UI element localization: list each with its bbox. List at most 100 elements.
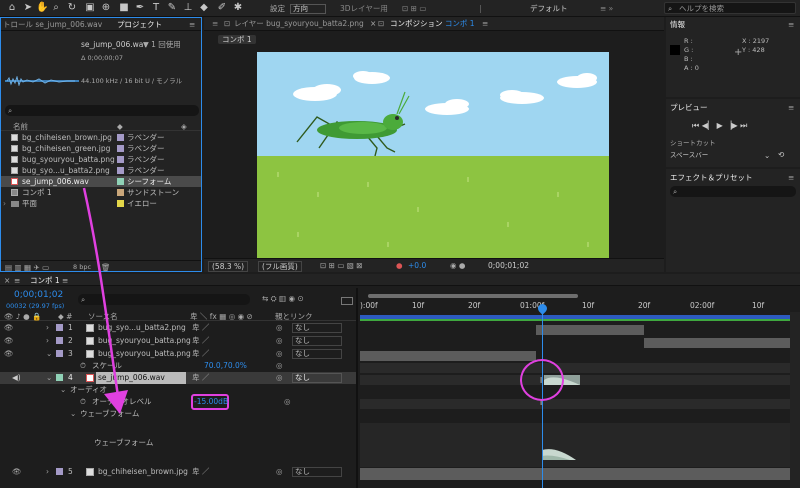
- expand-arrow-icon[interactable]: ›: [46, 322, 49, 334]
- puppet-tool-icon[interactable]: ✱: [232, 2, 244, 14]
- pickwhip-icon[interactable]: ◎: [276, 335, 283, 347]
- project-item-selected[interactable]: se_jump_006.wav シーフォーム: [1, 176, 201, 187]
- column-source-name[interactable]: ソース名: [88, 312, 118, 321]
- label-swatch[interactable]: [117, 156, 124, 163]
- tab-close-icon[interactable]: ×: [370, 19, 376, 28]
- brush-tool-icon[interactable]: ✎: [166, 2, 178, 14]
- label-swatch[interactable]: [117, 167, 124, 174]
- workspace-menu-icon[interactable]: ≡ »: [600, 4, 613, 13]
- color-icon[interactable]: ●: [396, 261, 403, 270]
- label-swatch[interactable]: [117, 178, 124, 185]
- shortcut-dropdown[interactable]: スペースバー: [670, 151, 776, 160]
- switch-icons[interactable]: 卑 ／: [192, 372, 209, 384]
- selection-tool-icon[interactable]: ➤: [22, 2, 34, 14]
- timeline-scrollbar[interactable]: [790, 312, 800, 488]
- collapse-arrow-icon[interactable]: ⌄: [46, 372, 52, 384]
- project-bpc[interactable]: 8 bpc: [73, 263, 91, 272]
- panel-menu-icon[interactable]: ≡: [788, 173, 794, 182]
- region-icons[interactable]: ⊡ ⊞ ▭ ▧ ⊠: [320, 261, 363, 270]
- chevron-down-icon[interactable]: ⌄: [764, 151, 770, 160]
- stopwatch-icon[interactable]: ⏱: [80, 396, 86, 408]
- tab-menu-icon[interactable]: ≡: [482, 19, 488, 28]
- tab-lock-icon[interactable]: ⊡: [378, 19, 384, 28]
- layer-bar[interactable]: [360, 468, 790, 480]
- eraser-tool-icon[interactable]: ◆: [198, 2, 210, 14]
- clone-tool-icon[interactable]: ⊥: [182, 2, 194, 14]
- panel-menu-icon[interactable]: ≡: [189, 20, 195, 29]
- expand-arrow-icon[interactable]: ›: [3, 198, 6, 209]
- tab-project[interactable]: プロジェクト: [117, 20, 162, 29]
- lock-icon[interactable]: ⊡: [224, 19, 230, 28]
- viewer-timecode[interactable]: 0;00;01;02: [488, 261, 529, 270]
- hand-tool-icon[interactable]: ✋: [36, 2, 48, 14]
- layer-bar[interactable]: [536, 325, 644, 335]
- zoom-tool-icon[interactable]: ⌕: [50, 2, 62, 14]
- timeline-switch-icons[interactable]: ⇆ ⛭ ▥ ◉ ⊙: [262, 294, 304, 303]
- layer-row[interactable]: 👁 ⌄ 3 bug_syouryou_batta.png 卑 ／ ◎ なし: [0, 348, 358, 360]
- type-tool-icon[interactable]: T: [150, 2, 162, 14]
- pickwhip-icon[interactable]: ◎: [276, 322, 283, 334]
- panel-menu-icon[interactable]: ≡: [788, 20, 794, 29]
- camera-tool-icon[interactable]: ▣: [84, 2, 96, 14]
- tag-icon[interactable]: ◈: [181, 122, 187, 131]
- exposure-value[interactable]: +0.0: [408, 261, 426, 270]
- parent-dropdown[interactable]: なし: [292, 373, 342, 383]
- label-swatch[interactable]: [117, 134, 124, 141]
- effects-search-input[interactable]: ⌕: [670, 186, 796, 197]
- label-swatch[interactable]: [56, 350, 63, 357]
- composition-canvas[interactable]: [257, 52, 609, 262]
- interpret-footage-icon[interactable]: ▤ ▥ ▦ ✈ ▭: [5, 263, 49, 272]
- layer-row[interactable]: 👁 › 5 bg_chiheisen_brown.jpg 卑 ／ ◎ なし: [0, 466, 358, 478]
- eye-icon[interactable]: 👁: [4, 335, 14, 347]
- tab-menu-icon[interactable]: ≡: [212, 19, 218, 28]
- eye-icon[interactable]: 👁: [4, 322, 14, 334]
- usage-count[interactable]: ▼ 1 回使用: [143, 40, 181, 49]
- panel-menu-icon[interactable]: ≡: [788, 103, 794, 112]
- collapse-arrow-icon[interactable]: ⌄: [60, 384, 66, 396]
- label-swatch[interactable]: [56, 374, 63, 381]
- tab-effect-controls[interactable]: トロール se_jump_006.wav: [3, 20, 102, 29]
- pan-behind-icon[interactable]: ⊕: [100, 2, 112, 14]
- switch-icons[interactable]: 卑 ／: [192, 322, 209, 334]
- pickwhip-icon[interactable]: ◎: [276, 466, 283, 478]
- work-area-bar[interactable]: [368, 294, 578, 298]
- property-row[interactable]: ⏱ オーディオレベル -15.00dB ◎: [0, 394, 358, 410]
- parent-dropdown[interactable]: なし: [292, 336, 342, 346]
- property-group[interactable]: ⌄ ウェーブフォーム: [0, 408, 358, 420]
- label-swatch[interactable]: [117, 189, 124, 196]
- tab-menu-icon[interactable]: ≡: [14, 276, 20, 285]
- parent-dropdown[interactable]: なし: [292, 323, 342, 333]
- label-swatch[interactable]: [56, 468, 63, 475]
- switch-icons[interactable]: 卑 ／: [192, 466, 209, 478]
- close-icon[interactable]: ×: [4, 276, 10, 285]
- property-group[interactable]: ⌄ オーディオ: [0, 384, 358, 396]
- workspace-default[interactable]: デフォルト: [530, 4, 568, 13]
- trash-icon[interactable]: 🗑: [101, 263, 111, 272]
- label-swatch[interactable]: [56, 324, 63, 331]
- zoom-dropdown[interactable]: (58.3 %): [208, 261, 249, 272]
- tab-composition[interactable]: コンポジション コンポ 1: [390, 19, 475, 28]
- switch-icons[interactable]: 卑 ／: [192, 335, 209, 347]
- help-search-field[interactable]: ⌕ ヘルプを検索: [664, 2, 796, 14]
- tab-layer[interactable]: レイヤー bug_syouryou_batta2.png: [234, 19, 364, 28]
- label-swatch[interactable]: [56, 337, 63, 344]
- graph-editor-icon[interactable]: [341, 297, 353, 305]
- layer-row[interactable]: 👁 › 2 bug_syouryou_batta.png 卑 ／ ◎ なし: [0, 335, 358, 347]
- timeline-search-input[interactable]: ⌕: [78, 294, 250, 305]
- property-row[interactable]: ⏱ スケール 70.0,70.0% ◎: [0, 360, 358, 372]
- rectangle-tool-icon[interactable]: ■: [118, 2, 130, 14]
- pickwhip-icon[interactable]: ◎: [284, 396, 291, 408]
- parent-dropdown[interactable]: なし: [292, 467, 342, 477]
- label-swatch[interactable]: [117, 200, 124, 207]
- layer-bar[interactable]: [644, 338, 790, 348]
- reset-icon[interactable]: ⟲: [778, 150, 784, 159]
- collapse-arrow-icon[interactable]: ⌄: [70, 408, 76, 420]
- tab-timeline-comp[interactable]: コンポ 1: [30, 276, 60, 285]
- timeline-timecode[interactable]: 0;00;01;02: [14, 291, 63, 300]
- column-parent[interactable]: 親とリンク: [275, 312, 313, 321]
- playback-controls[interactable]: ⏮ ◀▏ ▶ ▕▶ ⏭: [692, 121, 747, 130]
- tab-menu-icon[interactable]: ≡: [62, 276, 68, 285]
- scale-value[interactable]: 70.0,70.0%: [204, 360, 247, 372]
- label-column-icon[interactable]: ◆: [117, 122, 123, 131]
- stopwatch-icon[interactable]: ⏱: [80, 360, 86, 372]
